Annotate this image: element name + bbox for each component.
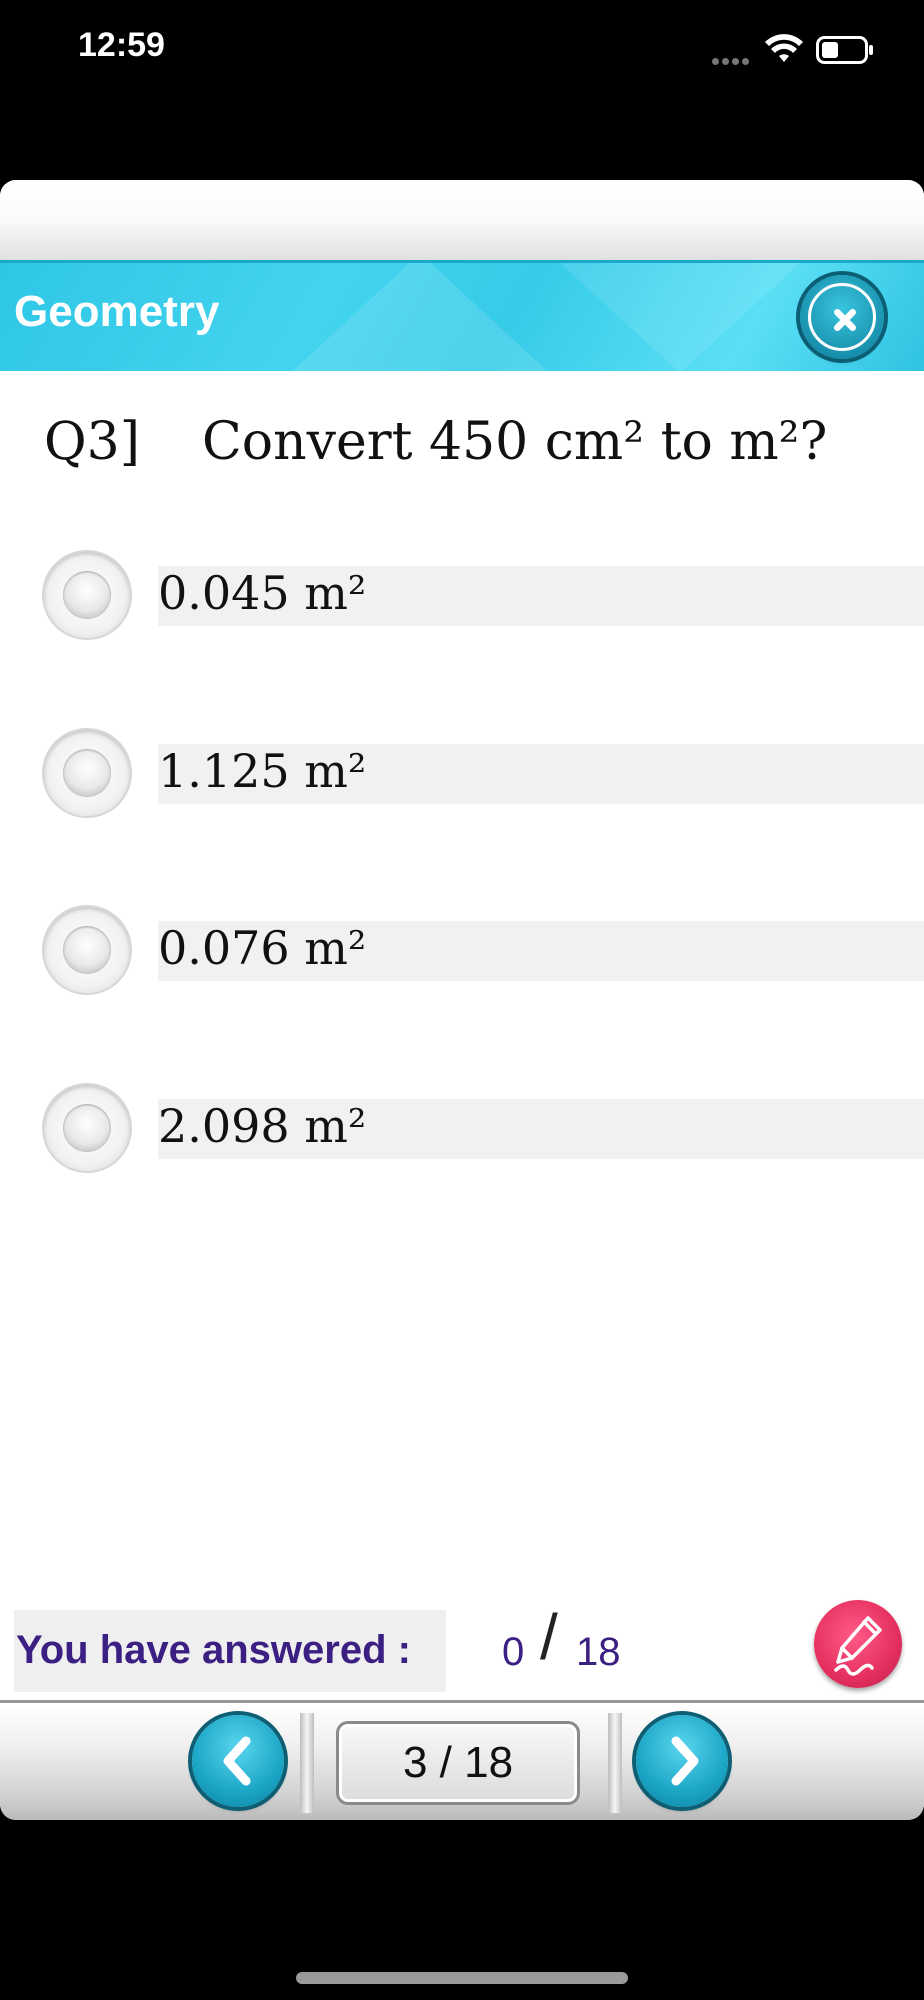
home-indicator[interactable] [296, 1972, 628, 1984]
question-number: Q3] [44, 412, 141, 472]
chevron-left-icon [223, 1736, 251, 1786]
question-text: Convert 450 cm² to m²? [202, 412, 828, 472]
chevron-right-icon [671, 1736, 699, 1786]
answered-total: 18 [576, 1630, 621, 1674]
pen-button[interactable] [814, 1600, 902, 1688]
nav-divider [608, 1713, 622, 1813]
option-label[interactable]: 2.098 m² [158, 1099, 366, 1153]
pen-icon [834, 1616, 882, 1676]
answer-option[interactable]: 2.098 m² [0, 1085, 924, 1175]
answered-label: You have answered : [16, 1628, 411, 1672]
answer-option[interactable]: 0.076 m² [0, 907, 924, 997]
signal-icon [712, 52, 756, 65]
radio-inner [63, 571, 111, 619]
header: Geometry [0, 260, 924, 371]
radio-button[interactable] [44, 1085, 130, 1171]
quiz-panel: Geometry Q3] Convert 450 cm² to m²? 0.045… [0, 180, 924, 1820]
status-bar: 12:59 [0, 0, 924, 100]
status-time: 12:59 [78, 26, 165, 64]
wifi-icon [765, 34, 803, 62]
radio-button[interactable] [44, 907, 130, 993]
page-title: Geometry [14, 287, 220, 336]
option-label[interactable]: 0.045 m² [158, 566, 366, 620]
answer-option[interactable]: 1.125 m² [0, 730, 924, 820]
radio-inner [63, 926, 111, 974]
close-icon [834, 309, 856, 331]
question: Q3] Convert 450 cm² to m²? [44, 412, 827, 472]
top-bar [0, 180, 924, 260]
battery-icon [816, 36, 873, 64]
radio-button[interactable] [44, 730, 130, 816]
option-label[interactable]: 1.125 m² [158, 744, 366, 798]
radio-button[interactable] [44, 552, 130, 638]
previous-button[interactable] [192, 1715, 284, 1807]
close-button[interactable] [800, 275, 884, 359]
option-label[interactable]: 0.076 m² [158, 921, 366, 975]
page-number: 3 / 18 [402, 1738, 514, 1787]
answer-option[interactable]: 0.045 m² [0, 552, 924, 642]
radio-inner [63, 1104, 111, 1152]
next-button[interactable] [636, 1715, 728, 1807]
page-indicator: 3 / 18 [336, 1721, 580, 1805]
navigation-bar: 3 / 18 [0, 1700, 924, 1820]
answered-count: 0 [502, 1630, 525, 1674]
nav-divider [300, 1713, 314, 1813]
answered-separator: / [540, 1601, 558, 1673]
radio-inner [63, 749, 111, 797]
header-decoration [560, 263, 800, 371]
close-button-ring [808, 283, 876, 351]
header-decoration [280, 263, 560, 371]
